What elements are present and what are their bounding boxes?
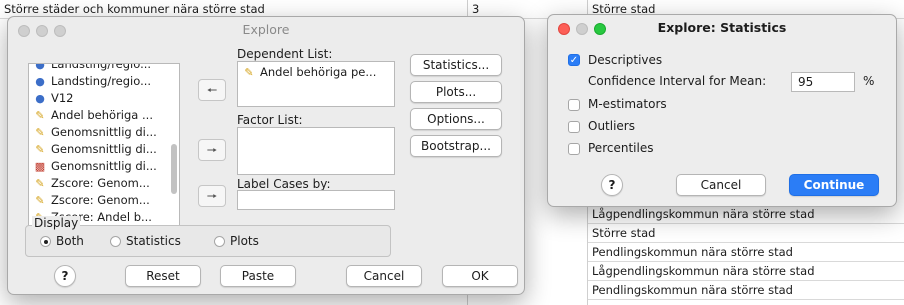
cancel-button[interactable]: Cancel [346,265,422,287]
nominal-icon: ● [35,75,45,88]
dialog-title-text: Explore [242,22,290,37]
move-to-factor-button[interactable]: 🠖 [198,139,226,161]
display-both-radio[interactable] [40,236,51,247]
variable-label: Zscore: Genom... [51,176,150,190]
label-cases-field[interactable] [237,190,395,210]
dialog-title: Explore [8,17,524,43]
ci-label: Confidence Interval for Mean: [588,74,767,88]
arrow-right-icon: 🠖 [206,143,218,157]
display-plots-label[interactable]: Plots [230,234,259,248]
data-cell[interactable]: Pendlingskommun nära större stad [588,281,904,300]
check-icon: ✓ [569,55,579,66]
nominal-icon: ● [35,63,45,71]
close-window-icon[interactable] [558,23,570,35]
variable-label: Landsting/regio... [51,63,152,71]
ci-input[interactable]: 95 [791,72,855,92]
descriptives-checkbox[interactable]: ✓ [568,54,580,66]
arrow-right-icon: 🠖 [206,189,218,203]
scale-icon: ✎ [35,109,45,122]
minimize-window-icon[interactable] [36,25,48,37]
display-label: Display [32,216,81,230]
variable-label: Andel behöriga pe... [260,65,377,79]
reset-button[interactable]: Reset [125,265,201,287]
scale-icon: ✎ [35,126,45,139]
list-item[interactable]: ● V12 [32,90,74,107]
percentiles-checkbox[interactable] [568,143,580,155]
factor-list[interactable] [237,127,395,175]
options-button[interactable]: Options... [410,108,502,130]
data-cell[interactable]: Pendlingskommun nära större stad [588,243,904,262]
dependent-list[interactable]: ✎ Andel behöriga pe... [237,61,395,107]
variable-label: Genomsnittlig di... [51,142,157,156]
variable-label: V12 [51,91,74,105]
ci-percent-label: % [863,74,875,88]
scale-icon: ✎ [244,66,254,79]
list-item[interactable]: ▩ Genomsnittlig di... [32,158,157,175]
m-estimators-label[interactable]: M-estimators [588,97,667,111]
list-item[interactable]: ✎ Zscore: Genom... [32,175,150,192]
help-button[interactable]: ? [54,265,76,287]
data-cell[interactable]: Lågpendlingskommun nära större stad [588,205,904,224]
statistics-button[interactable]: Statistics... [410,54,502,76]
nominal-icon: ● [35,92,45,105]
outliers-label[interactable]: Outliers [588,119,635,133]
statistics-dialog: Explore: Statistics ✓ Descriptives Confi… [547,14,897,207]
scale-icon: ✎ [35,194,45,207]
ordinal-icon: ▩ [34,160,46,173]
cancel-button[interactable]: Cancel [676,174,766,196]
data-cell[interactable]: Lågpendlingskommun nära större stad [588,262,904,281]
zoom-window-icon[interactable] [54,25,66,37]
paste-button[interactable]: Paste [220,265,296,287]
dependent-list-label: Dependent List: [237,47,333,61]
plots-button[interactable]: Plots... [410,81,502,103]
list-item[interactable]: ✎ Genomsnittlig di... [32,141,157,158]
dialog-title: Explore: Statistics [548,15,896,41]
variable-label: Genomsnittlig di... [51,125,157,139]
scale-icon: ✎ [35,143,45,156]
list-scrollbar[interactable] [171,144,177,194]
variable-list[interactable]: ● Landsting/regio... ● Landsting/regio... … [28,63,180,227]
move-to-dependent-button[interactable]: 🠔 [198,79,226,101]
variable-label: Landsting/regio... [51,74,152,88]
outliers-checkbox[interactable] [568,121,580,133]
percentiles-label[interactable]: Percentiles [588,141,653,155]
continue-button[interactable]: Continue [789,174,879,196]
list-item[interactable]: ✎ Zscore: Genom... [32,192,150,209]
display-both-label[interactable]: Both [56,234,84,248]
factor-list-label: Factor List: [237,113,303,127]
help-button[interactable]: ? [601,174,623,196]
data-cell[interactable]: Större stad [588,224,904,243]
list-item[interactable]: ● Landsting/regio... [32,73,151,90]
bootstrap-button[interactable]: Bootstrap... [410,135,502,157]
display-statistics-radio[interactable] [110,236,121,247]
display-statistics-label[interactable]: Statistics [126,234,181,248]
dialog-title-text: Explore: Statistics [657,20,787,35]
m-estimators-checkbox[interactable] [568,99,580,111]
scale-icon: ✎ [35,177,45,190]
minimize-window-icon[interactable] [576,23,588,35]
close-window-icon[interactable] [18,25,30,37]
zoom-window-icon[interactable] [594,23,606,35]
arrow-left-icon: 🠔 [206,83,218,97]
list-item[interactable]: ✎ Andel behöriga pe... [241,64,376,81]
move-to-label-button[interactable]: 🠖 [198,185,226,207]
explore-dialog: Explore ● Landsting/regio... ● Landsting/r… [7,16,525,295]
variable-label: Genomsnittlig di... [51,159,157,173]
list-item[interactable]: ● Landsting/regio... [32,63,152,73]
label-cases-label: Label Cases by: [237,177,331,191]
list-item[interactable]: ✎ Genomsnittlig di... [32,124,157,141]
ok-button[interactable]: OK [442,265,518,287]
variable-label: Andel behöriga ... [51,108,153,122]
list-item[interactable]: ✎ Andel behöriga ... [32,107,153,124]
variable-label: Zscore: Genom... [51,193,150,207]
descriptives-label[interactable]: Descriptives [588,53,662,67]
display-plots-radio[interactable] [214,236,225,247]
